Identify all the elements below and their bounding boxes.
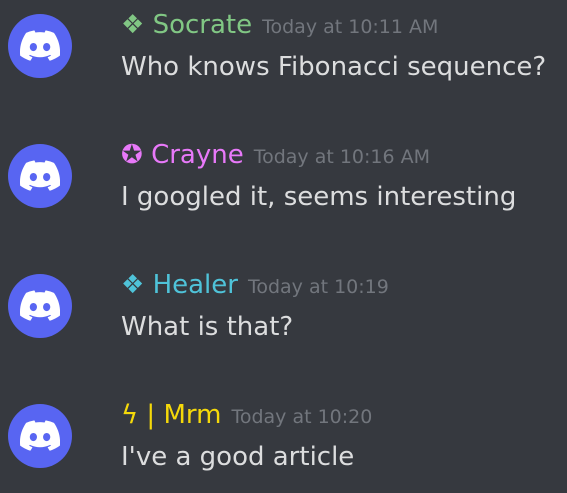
author-badge-icon: ❖	[121, 10, 145, 40]
message-timestamp: Today at 10:19	[247, 276, 389, 298]
discord-logo-icon	[20, 420, 60, 451]
message-item: ϟ | Mrm Today at 10:20 I've a good articl…	[0, 390, 567, 493]
author-name[interactable]: ❖ Socrate	[121, 10, 252, 40]
message-timestamp: Today at 10:11 AM	[262, 16, 439, 38]
message-text: What is that?	[121, 312, 294, 342]
discord-logo-icon	[20, 30, 60, 61]
author-name[interactable]: ✪ Crayne	[121, 140, 244, 170]
author-name[interactable]: ϟ | Mrm	[121, 400, 221, 430]
message-header: ✪ Crayne Today at 10:16 AM	[121, 139, 430, 173]
message-text: I googled it, seems interesting	[121, 182, 517, 212]
author-badge-icon: ϟ |	[121, 400, 156, 430]
message-header: ϟ | Mrm Today at 10:20	[121, 399, 372, 433]
avatar[interactable]	[8, 274, 72, 338]
message-header: ❖ Socrate Today at 10:11 AM	[121, 9, 438, 43]
message-text: Who knows Fibonacci sequence?	[121, 52, 547, 82]
message-timestamp: Today at 10:20	[231, 406, 373, 428]
author-name-label: Socrate	[152, 10, 253, 40]
message-item: ✪ Crayne Today at 10:16 AM I googled it, …	[0, 130, 567, 240]
message-item: ❖ Socrate Today at 10:11 AM Who knows Fib…	[0, 0, 567, 110]
message-text: I've a good article	[121, 442, 355, 472]
avatar[interactable]	[8, 14, 72, 78]
message-header: ❖ Healer Today at 10:19	[121, 269, 389, 303]
author-badge-icon: ❖	[121, 270, 145, 300]
author-badge-icon: ✪	[121, 140, 143, 170]
message-timestamp: Today at 10:16 AM	[253, 146, 431, 168]
discord-logo-icon	[20, 160, 60, 191]
author-name-label: Crayne	[151, 140, 244, 170]
author-name-label: Mrm	[163, 400, 222, 430]
avatar[interactable]	[8, 404, 72, 468]
discord-logo-icon	[20, 290, 60, 321]
message-item: ❖ Healer Today at 10:19 What is that?	[0, 260, 567, 370]
avatar[interactable]	[8, 144, 72, 208]
author-name-label: Healer	[152, 270, 238, 300]
author-name[interactable]: ❖ Healer	[121, 270, 238, 300]
chat-message-list: ❖ Socrate Today at 10:11 AM Who knows Fib…	[0, 0, 567, 493]
